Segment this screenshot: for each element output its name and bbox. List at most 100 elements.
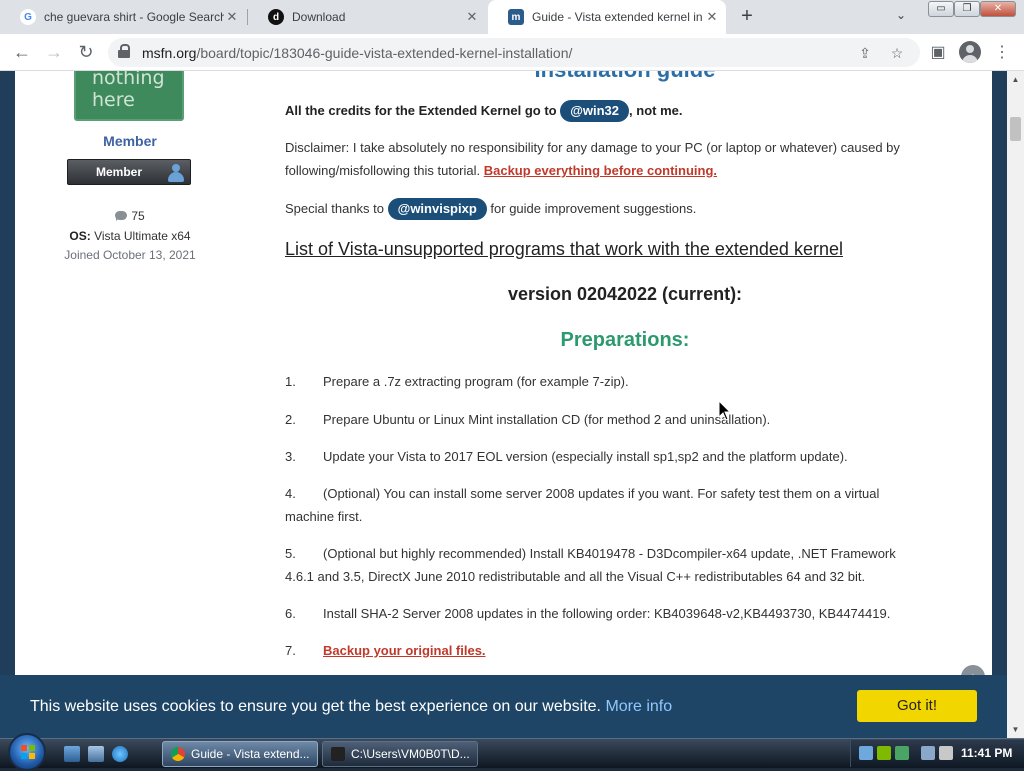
step-text-continued: 4.6.1 and 3.5, DirectX June 2010 redistr… [285,569,866,584]
backup-original-files-link[interactable]: Backup your original files. [323,643,486,658]
list-item: 6. Install SHA-2 Server 2008 updates in t… [285,602,965,625]
internet-explorer-icon[interactable] [112,746,128,762]
cookie-message: This website uses cookies to ensure you … [30,698,672,716]
system-tray: 11:41 PM [850,740,1024,767]
tab-download[interactable]: d Download ✕ [248,0,486,34]
bookmark-star-icon[interactable]: ☆ [888,44,906,62]
step-text-continued: machine first. [285,509,363,524]
list-item: 3. Update your Vista to 2017 EOL version … [285,445,965,468]
credits-text: All the credits for the Extended Kernel … [285,103,557,118]
step-number: 1. [285,374,296,389]
step-number: 5. [285,546,296,561]
taskbar-button-label: C:\Users\VM0B0T\D... [351,747,470,761]
list-item: 2. Prepare Ubuntu or Linux Mint installat… [285,408,965,431]
address-bar[interactable]: msfn.org/board/topic/183046-guide-vista-… [108,38,920,67]
version-heading: version 02042022 (current): [507,284,743,304]
thanks-text: Special thanks to [285,201,385,216]
step-text: (Optional) You can install some server 2… [323,486,880,501]
scroll-up-arrow-icon[interactable]: ▲ [1007,71,1024,88]
step-number: 4. [285,486,296,501]
step-number: 7. [285,643,296,658]
maximize-button[interactable]: ❐ [954,1,980,17]
volume-muted-icon[interactable] [939,746,953,760]
list-item: 4. (Optional) You can install some server… [285,482,965,528]
share-icon[interactable]: ⇪ [856,44,874,62]
step-text: Prepare Ubuntu or Linux Mint installatio… [323,412,771,427]
joined-date: Joined October 13, 2021 [64,248,196,262]
show-desktop-icon[interactable] [64,746,80,762]
chrome-icon [171,747,185,761]
tray-network-share-icon[interactable] [877,746,891,760]
browser-toolbar: ← → ↻ msfn.org/board/topic/183046-guide-… [0,34,1024,71]
backup-everything-link[interactable]: Backup everything before continuing. [484,163,717,178]
page-viewport: nothing here Member Member 75 OS: Vista … [0,71,1024,738]
side-panel-icon[interactable]: ▣ [928,43,948,63]
disclaimer-text: following/misfollowing this tutorial. [285,163,481,178]
url-host: msfn.org [142,45,197,61]
tab-guide-active[interactable]: m Guide - Vista extended kernel installa… [488,0,726,34]
msfn-icon: m [508,9,524,25]
reload-icon[interactable]: ↻ [74,41,98,65]
tab-title: Guide - Vista extended kernel installati… [532,10,702,24]
start-button[interactable] [8,733,46,771]
back-arrow-icon[interactable]: ← [10,41,34,65]
close-icon[interactable]: ✕ [464,9,480,25]
close-window-button[interactable]: ✕ [980,1,1016,17]
google-g-icon: G [20,9,36,25]
scroll-down-arrow-icon[interactable]: ▼ [1007,721,1024,738]
profile-avatar-icon[interactable] [959,41,981,63]
got-it-button[interactable]: Got it! [857,690,977,722]
mouse-cursor-icon [718,399,732,427]
scrollbar-thumb[interactable] [1010,117,1021,141]
preparations-heading: Preparations: [560,329,690,351]
member-badge: Member [67,159,191,185]
taskbar-button-label: Guide - Vista extend... [191,747,310,761]
taskbar-7zip-window[interactable]: C:\Users\VM0B0T\D... [322,741,478,767]
tray-app-icon[interactable] [859,746,873,760]
avatar-text-line2: here [92,89,135,111]
url-path: /board/topic/183046-guide-vista-extended… [196,45,573,61]
close-icon[interactable]: ✕ [224,9,240,25]
tab-search-chevron-icon[interactable]: ⌄ [896,8,906,22]
taskbar-chrome-window[interactable]: Guide - Vista extend... [162,741,318,767]
kebab-menu-icon[interactable]: ⋮ [992,43,1012,63]
step-number: 3. [285,449,296,464]
avatar[interactable]: nothing here [74,71,184,121]
tab-title: Download [292,10,346,24]
vertical-scrollbar[interactable]: ▲ ▼ [1007,71,1024,738]
list-item: 5. (Optional but highly recommended) Inst… [285,542,965,588]
mention-win32[interactable]: @win32 [560,100,630,122]
clock[interactable]: 11:41 PM [961,746,1012,760]
thanks-suffix: for guide improvement suggestions. [490,201,697,216]
switch-windows-icon[interactable] [88,746,104,762]
tab-title: che guevara shirt - Google Search [44,10,224,24]
network-icon[interactable] [921,746,935,760]
member-title: Member [103,133,157,149]
tab-google-search[interactable]: G che guevara shirt - Google Search ✕ [0,0,246,34]
step-text: Update your Vista to 2017 EOL version (e… [323,449,848,464]
minimize-button[interactable]: ▭ [928,1,954,17]
page-content: nothing here Member Member 75 OS: Vista … [15,71,992,738]
lock-icon[interactable] [118,44,130,58]
close-icon[interactable]: ✕ [704,9,720,25]
cookie-text: This website uses cookies to ensure you … [30,698,601,715]
author-sidebar: nothing here Member Member 75 OS: Vista … [15,71,245,738]
post-count-value: 75 [131,209,145,223]
post-count: 75 [15,209,245,223]
person-icon [166,163,186,183]
mention-winvispixp[interactable]: @winvispixp [387,198,487,220]
avatar-text: nothing here [92,71,165,111]
os-label: OS: [69,229,91,243]
7zip-icon [331,747,345,761]
thanks-line: Special thanks to @winvispixp for guide … [285,198,696,220]
step-number: 6. [285,606,296,621]
tray-security-icon[interactable] [895,746,909,760]
dot-icon: d [268,9,284,25]
page-title: Installation guide [285,71,965,83]
new-tab-button[interactable]: + [737,6,757,27]
list-item: 1. Prepare a .7z extracting program (for … [285,370,965,393]
step-number: 2. [285,412,296,427]
more-info-link[interactable]: More info [605,698,672,715]
unsupported-programs-link[interactable]: List of Vista-unsupported programs that … [285,239,843,259]
forward-arrow-icon[interactable]: → [42,41,66,65]
